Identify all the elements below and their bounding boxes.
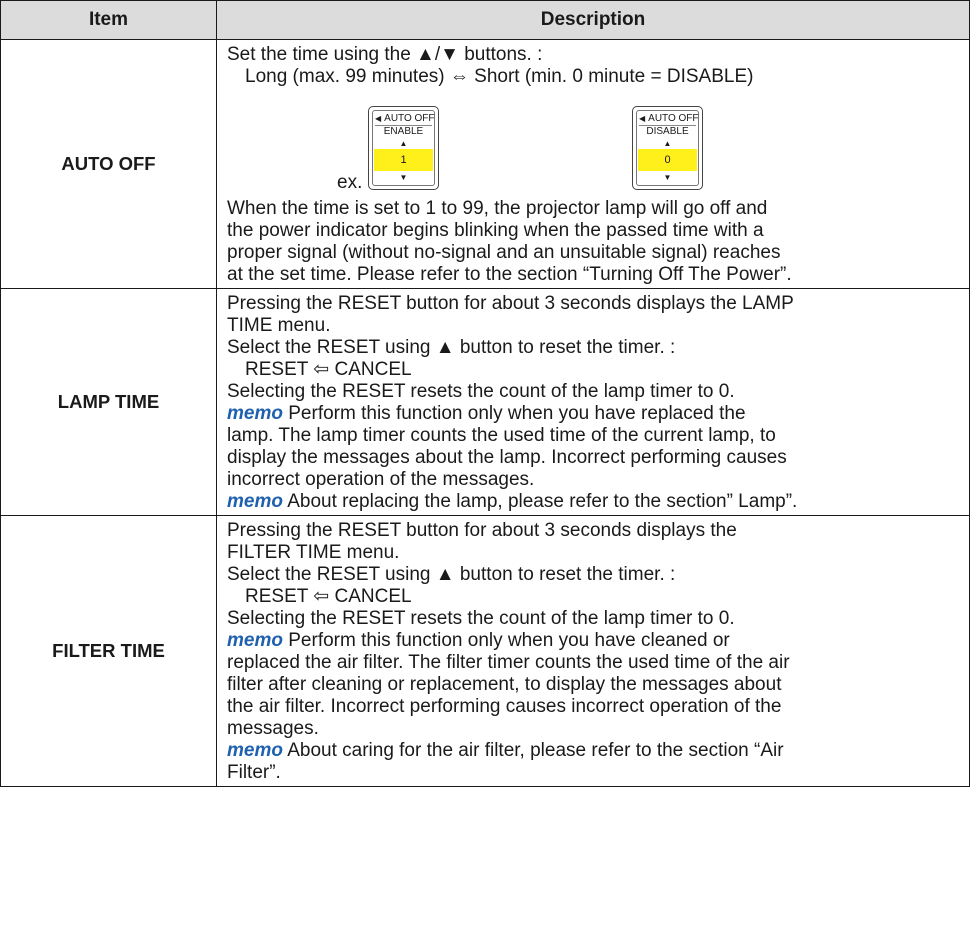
desc-line: FILTER TIME menu. xyxy=(227,542,400,563)
item-cell: FILTER TIME xyxy=(0,515,217,787)
desc-line: Set the time using the ▲/▼ buttons. : xyxy=(227,44,543,65)
table-row-auto-off: AUTO OFF Set the time using the ▲/▼ butt… xyxy=(0,39,970,289)
desc-line: Pressing the RESET button for about 3 se… xyxy=(227,520,737,541)
description-cell: Pressing the RESET button for about 3 se… xyxy=(216,288,970,516)
desc-line: Select the RESET using ▲ button to reset… xyxy=(227,564,676,585)
table-header-row: Item Description xyxy=(0,0,970,40)
desc-line: Filter”. xyxy=(227,762,281,783)
down-arrow-icon: ▼ xyxy=(399,173,408,182)
osd-menu-enable: ◀ AUTO OFF ENABLE ▲ 1 ▼ xyxy=(368,106,439,190)
table-row-filter-time: FILTER TIME Pressing the RESET button fo… xyxy=(0,515,970,787)
osd-example: ex. ◀ AUTO OFF ENABLE ▲ 1 ▼ ◀ AUTO OFF DIS… xyxy=(227,88,969,198)
memo-label: memo xyxy=(227,491,283,512)
down-arrow-icon: ▼ xyxy=(663,173,672,182)
up-arrow-icon: ▲ xyxy=(663,139,672,148)
memo-note: memo About caring for the air filter, pl… xyxy=(227,740,969,762)
desc-line: RESET ⇦ CANCEL xyxy=(245,586,412,607)
item-cell: AUTO OFF xyxy=(0,39,217,289)
memo-label: memo xyxy=(227,403,283,424)
desc-line: display the messages about the lamp. Inc… xyxy=(227,447,787,468)
memo-text: About replacing the lamp, please refer t… xyxy=(282,491,798,512)
memo-label: memo xyxy=(227,630,283,651)
description-column-header: Description xyxy=(216,0,970,40)
memo-text: Perform this function only when you have… xyxy=(282,403,746,424)
description-cell: Pressing the RESET button for about 3 se… xyxy=(216,515,970,787)
desc-line: lamp. The lamp timer counts the used tim… xyxy=(227,425,776,446)
desc-line: filter after cleaning or replacement, to… xyxy=(227,674,782,695)
desc-line: the air filter. Incorrect performing cau… xyxy=(227,696,782,717)
memo-note: memo About replacing the lamp, please re… xyxy=(227,491,969,513)
osd-value: 1 xyxy=(374,149,433,171)
settings-table: Item Description AUTO OFF Set the time u… xyxy=(0,0,970,787)
memo-note: memo Perform this function only when you… xyxy=(227,403,969,425)
osd-value: 0 xyxy=(638,149,697,171)
desc-line: replaced the air filter. The filter time… xyxy=(227,652,790,673)
table-row-lamp-time: LAMP TIME Pressing the RESET button for … xyxy=(0,288,970,516)
desc-line: at the set time. Please refer to the sec… xyxy=(227,264,792,285)
desc-line: the power indicator begins blinking when… xyxy=(227,220,764,241)
desc-line: messages. xyxy=(227,718,319,739)
osd-state: ENABLE xyxy=(383,126,424,137)
desc-line: RESET ⇦ CANCEL xyxy=(245,359,412,380)
desc-line: Selecting the RESET resets the count of … xyxy=(227,608,735,629)
osd-title: AUTO OFF xyxy=(648,113,699,124)
desc-line: Pressing the RESET button for about 3 se… xyxy=(227,293,794,314)
example-label: ex. xyxy=(337,172,363,193)
left-triangle-icon: ◀ xyxy=(639,114,646,123)
up-arrow-icon: ▲ xyxy=(399,139,408,148)
description-cell: Set the time using the ▲/▼ buttons. : Lo… xyxy=(216,39,970,289)
memo-note: memo Perform this function only when you… xyxy=(227,630,969,652)
left-triangle-icon: ◀ xyxy=(375,114,382,123)
desc-line: Long (max. 99 minutes) ⇔ Short (min. 0 m… xyxy=(245,66,754,87)
memo-text: About caring for the air filter, please … xyxy=(282,740,784,761)
desc-line: Selecting the RESET resets the count of … xyxy=(227,381,735,402)
osd-title: AUTO OFF xyxy=(384,113,435,124)
desc-line: TIME menu. xyxy=(227,315,331,336)
osd-state: DISABLE xyxy=(646,126,689,137)
desc-line: incorrect operation of the messages. xyxy=(227,469,535,490)
desc-line: proper signal (without no-signal and an … xyxy=(227,242,781,263)
memo-text: Perform this function only when you have… xyxy=(282,630,730,651)
desc-line: Select the RESET using ▲ button to reset… xyxy=(227,337,676,358)
memo-label: memo xyxy=(227,740,283,761)
item-column-header: Item xyxy=(0,0,217,40)
desc-line: When the time is set to 1 to 99, the pro… xyxy=(227,198,768,219)
osd-menu-disable: ◀ AUTO OFF DISABLE ▲ 0 ▼ xyxy=(632,106,703,190)
item-cell: LAMP TIME xyxy=(0,288,217,516)
